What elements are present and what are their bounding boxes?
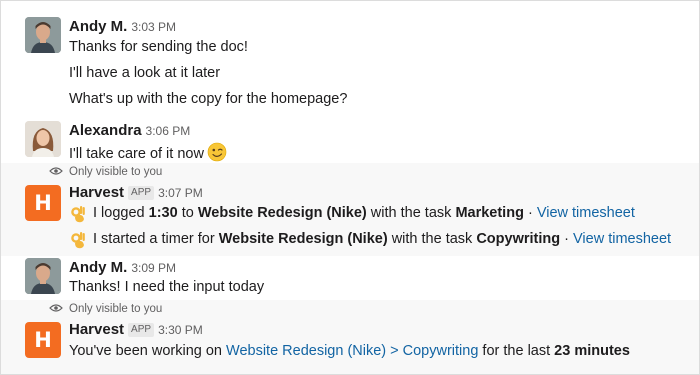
avatar[interactable] (25, 258, 61, 294)
timestamp[interactable]: 3:09 PM (131, 261, 176, 275)
message-text: I logged 1:30 to Website Redesign (Nike)… (93, 205, 635, 221)
ok-hand-icon (71, 206, 85, 223)
only-visible-notice: Only visible to you (49, 166, 162, 178)
sender-name[interactable]: Alexandra 3:06 PM (69, 122, 190, 139)
message-text: You've been working on Website Redesign … (69, 343, 630, 359)
sender-name[interactable]: Andy M. 3:03 PM (69, 18, 176, 35)
message-text: Thanks! I need the input today (69, 279, 265, 295)
timestamp[interactable]: 3:06 PM (146, 124, 191, 138)
avatar[interactable] (25, 17, 61, 53)
message-andy-1: Andy M. 3:03 PM Thanks for sending the do… (1, 1, 699, 113)
message-andy-2: Andy M. 3:09 PM Thanks! I need the input … (1, 256, 699, 300)
andy-avatar-icon (25, 258, 61, 294)
app-badge: APP (128, 186, 155, 200)
timestamp[interactable]: 3:30 PM (158, 323, 203, 337)
message-harvest-2: Only visible to you H Harvest APP 3:30 PM … (1, 300, 699, 374)
winking-face-icon (207, 142, 227, 162)
timestamp[interactable]: 3:07 PM (158, 186, 203, 200)
message-text: Thanks for sending the doc! (69, 39, 248, 55)
message-text: I started a timer for Website Redesign (… (93, 231, 672, 247)
ok-hand-icon (71, 232, 85, 249)
message-text: I'll take care of it now (69, 142, 227, 162)
app-badge: APP (128, 323, 155, 337)
view-timesheet-link[interactable]: View timesheet (573, 231, 671, 247)
message-text: I'll have a look at it later (69, 65, 221, 81)
avatar[interactable] (25, 121, 61, 157)
harvest-logo-icon[interactable]: H (25, 322, 61, 358)
eye-icon (49, 304, 63, 312)
message-harvest-1: Only visible to you H Harvest APP 3:07 PM … (1, 163, 699, 256)
timestamp[interactable]: 3:03 PM (131, 20, 176, 34)
alexandra-avatar-icon (25, 121, 61, 157)
chat-window: Andy M. 3:03 PM Thanks for sending the do… (0, 0, 700, 375)
harvest-logo-icon[interactable]: H (25, 185, 61, 221)
project-task-link[interactable]: Website Redesign (Nike) > Copywriting (226, 343, 478, 359)
eye-icon (49, 167, 63, 175)
andy-avatar-icon (25, 17, 61, 53)
only-visible-notice: Only visible to you (49, 303, 162, 315)
view-timesheet-link[interactable]: View timesheet (537, 205, 635, 221)
message-text: What's up with the copy for the homepage… (69, 91, 348, 107)
sender-name[interactable]: Andy M. 3:09 PM (69, 259, 176, 276)
message-alexandra: Alexandra 3:06 PM I'll take care of it no… (1, 113, 699, 163)
sender-name[interactable]: Harvest APP 3:30 PM (69, 321, 203, 338)
sender-name[interactable]: Harvest APP 3:07 PM (69, 184, 203, 201)
